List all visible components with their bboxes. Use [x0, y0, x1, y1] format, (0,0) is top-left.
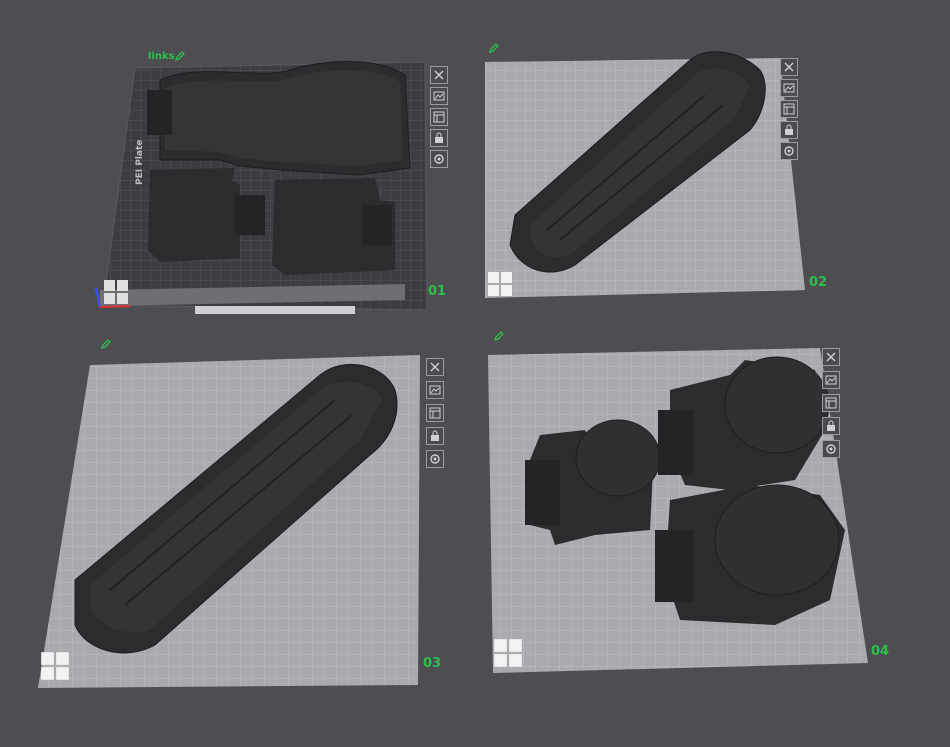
plate-04-close-icon[interactable]: [822, 348, 840, 366]
plate-02-settings-icon[interactable]: [780, 142, 798, 160]
plate-02-close-icon[interactable]: [780, 58, 798, 76]
plate-04-settings-icon[interactable]: [822, 440, 840, 458]
plate-02-toolbar: [780, 58, 798, 160]
plate-04[interactable]: 04: [475, 330, 950, 747]
plate-02-number: 02: [809, 275, 828, 290]
plate-02-arrange-icon[interactable]: [780, 79, 798, 97]
plate-01-nameplate: [195, 306, 355, 314]
plate-01-bed[interactable]: PEI Plate: [0, 0, 475, 330]
plate-02-layout-icon[interactable]: [780, 100, 798, 118]
plate-01-name[interactable]: links: [148, 51, 175, 62]
plate-03-number: 03: [423, 656, 442, 671]
plate-03-arrange-icon[interactable]: [426, 381, 444, 399]
plate-04-number: 04: [871, 644, 890, 659]
plate-03-toolbar: [426, 358, 444, 468]
plate-01-arrange-icon[interactable]: [430, 87, 448, 105]
plate-04-bed[interactable]: [475, 330, 950, 747]
plate-04-lock-icon[interactable]: [822, 417, 840, 435]
plate-04-corner-marker: [494, 639, 522, 667]
plate-02-rename-icon[interactable]: [488, 42, 500, 54]
svg-text:PEI Plate: PEI Plate: [135, 140, 145, 185]
plate-03-corner-marker: [41, 652, 69, 680]
plate-02-lock-icon[interactable]: [780, 121, 798, 139]
plate-02-bed[interactable]: [475, 0, 950, 330]
plate-02[interactable]: 02: [475, 0, 950, 330]
plate-01[interactable]: PEI Plate links 01: [0, 0, 475, 330]
plate-04-rename-icon[interactable]: [493, 330, 505, 342]
plate-01-print-logo: PEI Plate: [135, 140, 145, 185]
plate-03-layout-icon[interactable]: [426, 404, 444, 422]
plate-04-toolbar: [822, 348, 840, 458]
plate-01-settings-icon[interactable]: [430, 150, 448, 168]
plate-01-number: 01: [428, 284, 447, 299]
plate-01-rename-icon[interactable]: [174, 50, 186, 62]
plate-03-bed[interactable]: [0, 330, 475, 747]
plate-01-close-icon[interactable]: [430, 66, 448, 84]
plate-01-lock-icon[interactable]: [430, 129, 448, 147]
plate-01-layout-icon[interactable]: [430, 108, 448, 126]
plate-03[interactable]: 03: [0, 330, 475, 747]
plate-03-close-icon[interactable]: [426, 358, 444, 376]
plate-04-arrange-icon[interactable]: [822, 371, 840, 389]
plate-03-settings-icon[interactable]: [426, 450, 444, 468]
plate-01-toolbar: [430, 66, 448, 168]
plate-03-rename-icon[interactable]: [100, 338, 112, 350]
plate-04-layout-icon[interactable]: [822, 394, 840, 412]
plate-01-corner-marker: [104, 280, 128, 304]
plate-02-corner-marker: [488, 272, 512, 296]
plate-03-lock-icon[interactable]: [426, 427, 444, 445]
